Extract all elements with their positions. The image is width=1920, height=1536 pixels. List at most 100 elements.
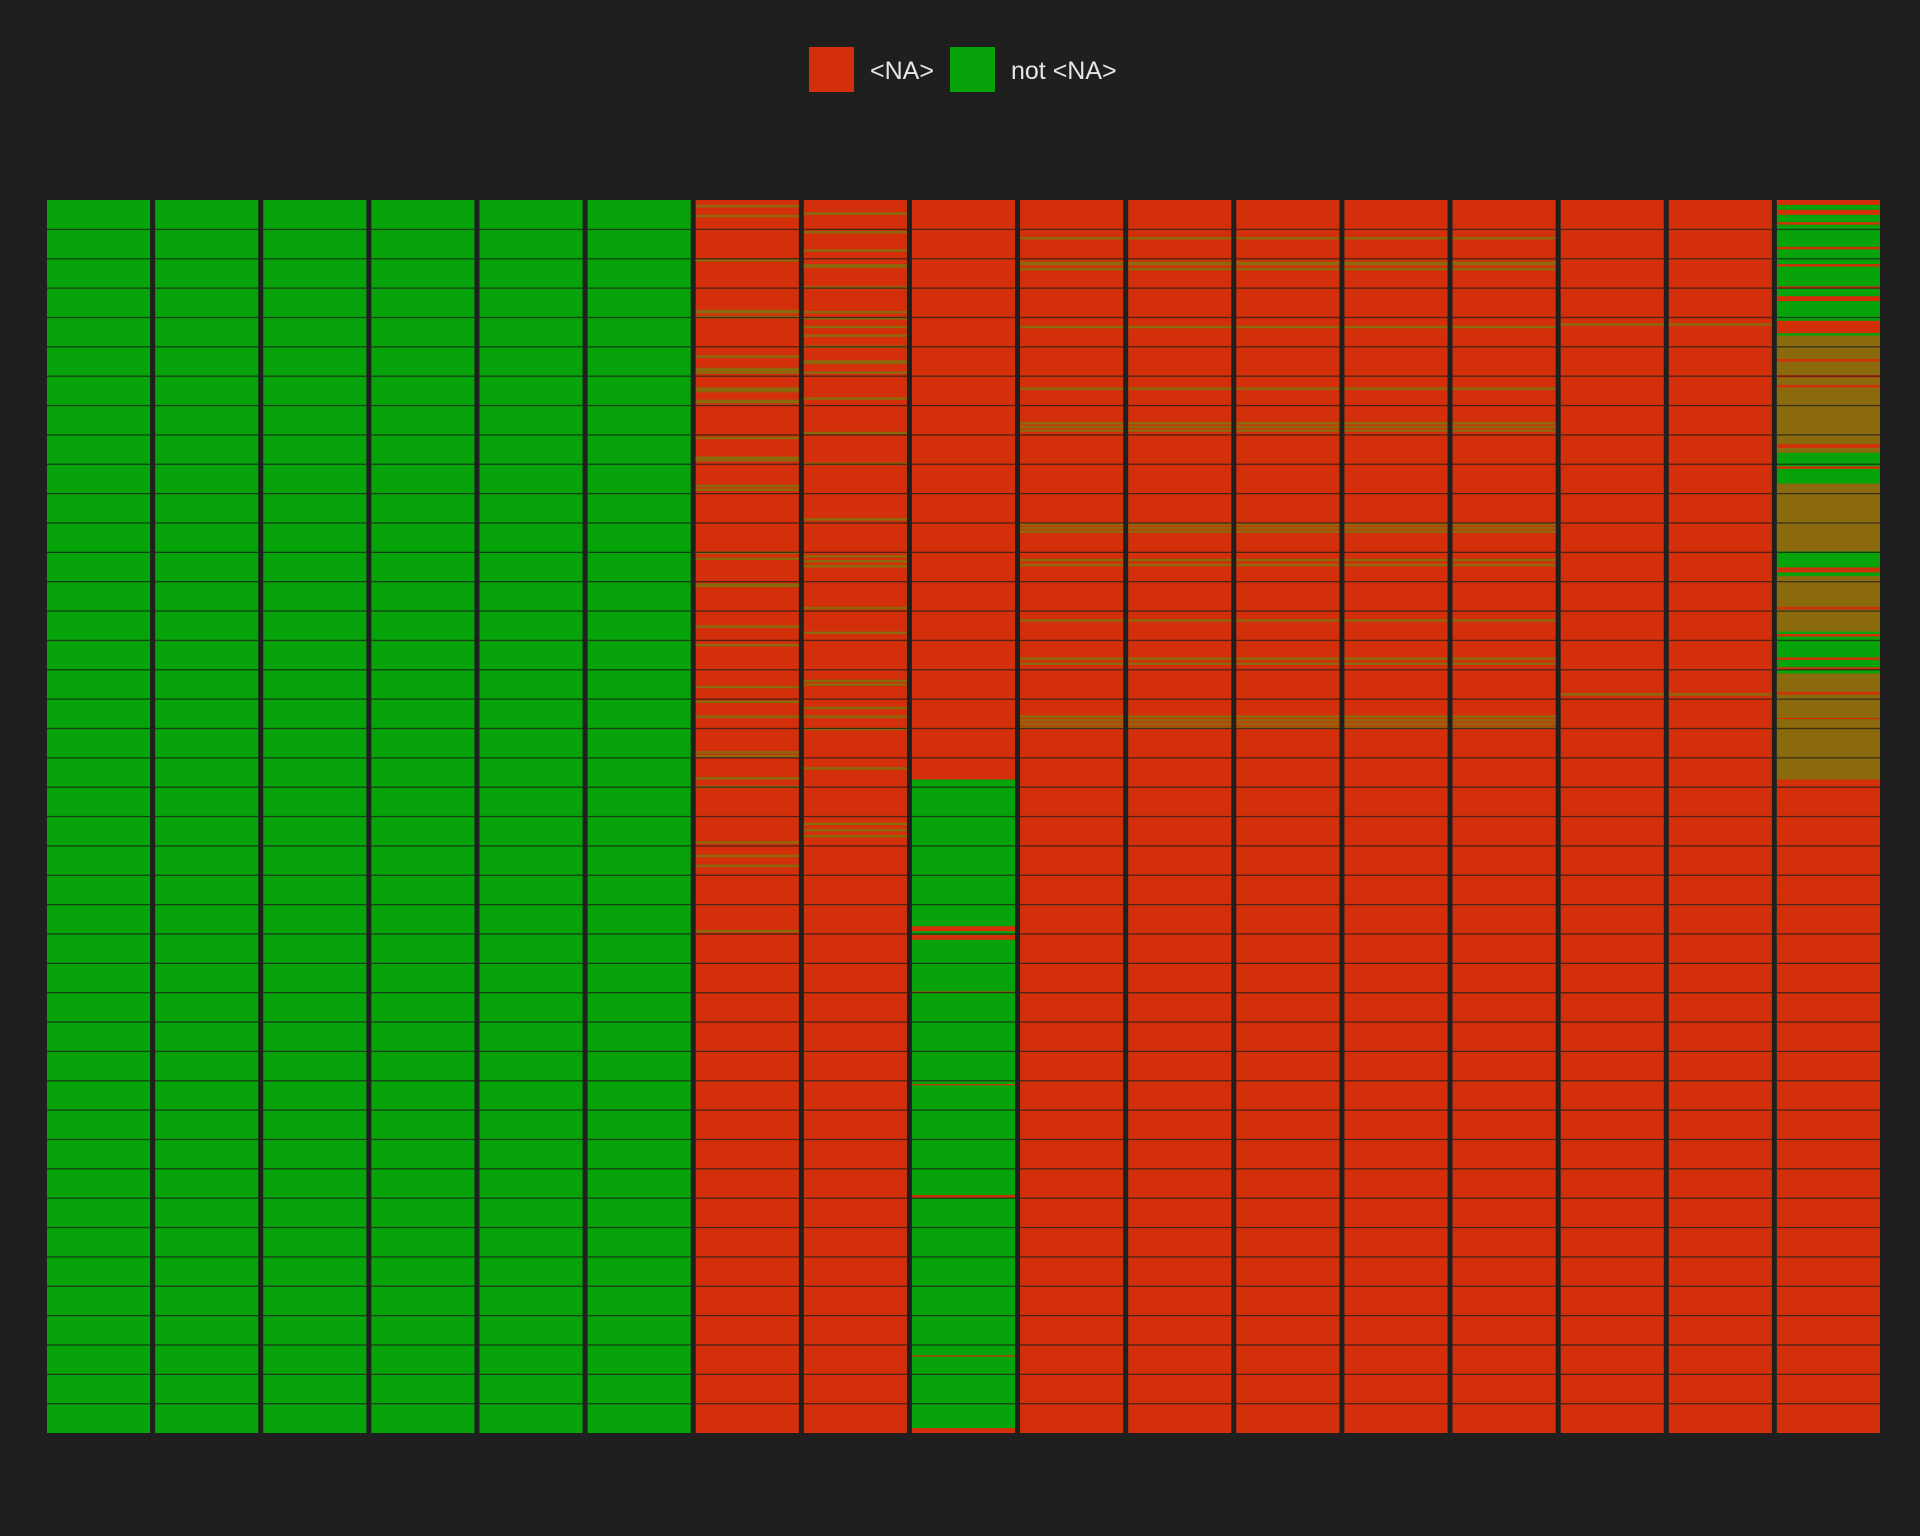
grid-line [1668, 1197, 1772, 1199]
heatmap-cell-present [1452, 429, 1556, 432]
grid-line [695, 1344, 799, 1346]
grid-line [1236, 1285, 1340, 1287]
grid-line [1776, 1080, 1880, 1082]
heatmap-cell-na-block [911, 200, 1016, 780]
heatmap-column-1 [47, 200, 151, 1433]
grid-line [47, 287, 151, 289]
grid-line [1236, 1168, 1340, 1170]
grid-line [155, 1138, 259, 1141]
grid-line [695, 434, 799, 436]
grid-line [1668, 1373, 1772, 1375]
grid-line [1776, 1168, 1880, 1170]
grid-line [1344, 1403, 1448, 1405]
grid-line [1344, 1226, 1448, 1229]
grid-line [479, 1138, 583, 1141]
grid-line [263, 258, 367, 260]
heatmap-cell-present [1452, 722, 1556, 726]
grid-line [587, 1138, 691, 1141]
grid-line [587, 933, 691, 935]
grid-line [155, 1226, 259, 1229]
grid-line [155, 903, 259, 906]
grid-line [479, 1403, 583, 1405]
grid-line [1452, 698, 1556, 700]
grid-line [1344, 1109, 1448, 1111]
grid-line [479, 903, 583, 906]
grid-line [803, 1226, 907, 1229]
grid-line [47, 1168, 151, 1170]
heatmap-column-10 [1020, 200, 1124, 1433]
grid-line [1128, 1050, 1232, 1053]
grid-line [1776, 845, 1880, 847]
grid-line [479, 1168, 583, 1170]
grid-line [1236, 992, 1340, 994]
grid-line [695, 1197, 799, 1199]
grid-line [1560, 757, 1664, 759]
grid-line [479, 727, 583, 730]
grid-line [911, 933, 1016, 935]
grid-line [47, 610, 151, 612]
grid-line [695, 1080, 799, 1082]
grid-line [1560, 1080, 1664, 1082]
grid-line [479, 375, 583, 377]
grid-line [1776, 1021, 1880, 1023]
grid-line [371, 874, 475, 876]
grid-line [695, 727, 799, 730]
grid-line [803, 551, 907, 553]
grid-line [155, 698, 259, 700]
grid-line [1344, 228, 1448, 231]
grid-line [1020, 669, 1124, 671]
grid-line [587, 316, 691, 319]
heatmap-cell-present [1452, 657, 1556, 660]
heatmap-cell-present [695, 625, 799, 628]
grid-line [587, 1080, 691, 1082]
grid-line [1236, 727, 1340, 730]
grid-line [47, 845, 151, 847]
grid-line [1776, 1197, 1880, 1199]
grid-line [1668, 1168, 1772, 1170]
grid-line [1344, 610, 1448, 612]
grid-line [155, 1021, 259, 1023]
grid-line [1128, 962, 1232, 964]
grid-line [155, 434, 259, 436]
grid-line [911, 1050, 1016, 1053]
grid-line [263, 1314, 367, 1317]
grid-line [1020, 581, 1124, 583]
grid-line [1020, 786, 1124, 788]
grid-line [587, 786, 691, 788]
grid-line [1452, 962, 1556, 964]
grid-line [1668, 727, 1772, 730]
grid-line [695, 375, 799, 377]
grid-line [1128, 727, 1232, 730]
grid-line [371, 1256, 475, 1258]
grid-line [371, 551, 475, 553]
heatmap-cell-present [1128, 425, 1232, 429]
grid-line [911, 316, 1016, 319]
grid-line [1236, 1314, 1340, 1317]
grid-line [803, 1285, 907, 1287]
grid-line [1776, 1256, 1880, 1258]
grid-line [479, 346, 583, 348]
grid-line [47, 698, 151, 700]
grid-line [1560, 551, 1664, 553]
grid-line [1560, 287, 1664, 289]
heatmap-cell-na [911, 1084, 1016, 1086]
grid-line [1236, 258, 1340, 260]
grid-line [695, 992, 799, 994]
heatmap-column-6 [587, 200, 691, 1433]
grid-line [803, 786, 907, 788]
grid-line [1344, 258, 1448, 260]
grid-line [803, 522, 907, 524]
grid-line [1236, 1403, 1340, 1405]
grid-line [587, 962, 691, 964]
heatmap-cell-present [1020, 261, 1124, 266]
grid-line [695, 1168, 799, 1170]
grid-line [155, 874, 259, 876]
grid-line [911, 522, 1016, 524]
grid-line [695, 1050, 799, 1053]
grid-line [479, 316, 583, 319]
grid-line [1128, 522, 1232, 524]
grid-line [1560, 727, 1664, 730]
grid-line [1128, 228, 1232, 231]
grid-line [47, 1314, 151, 1317]
grid-line [155, 1197, 259, 1199]
